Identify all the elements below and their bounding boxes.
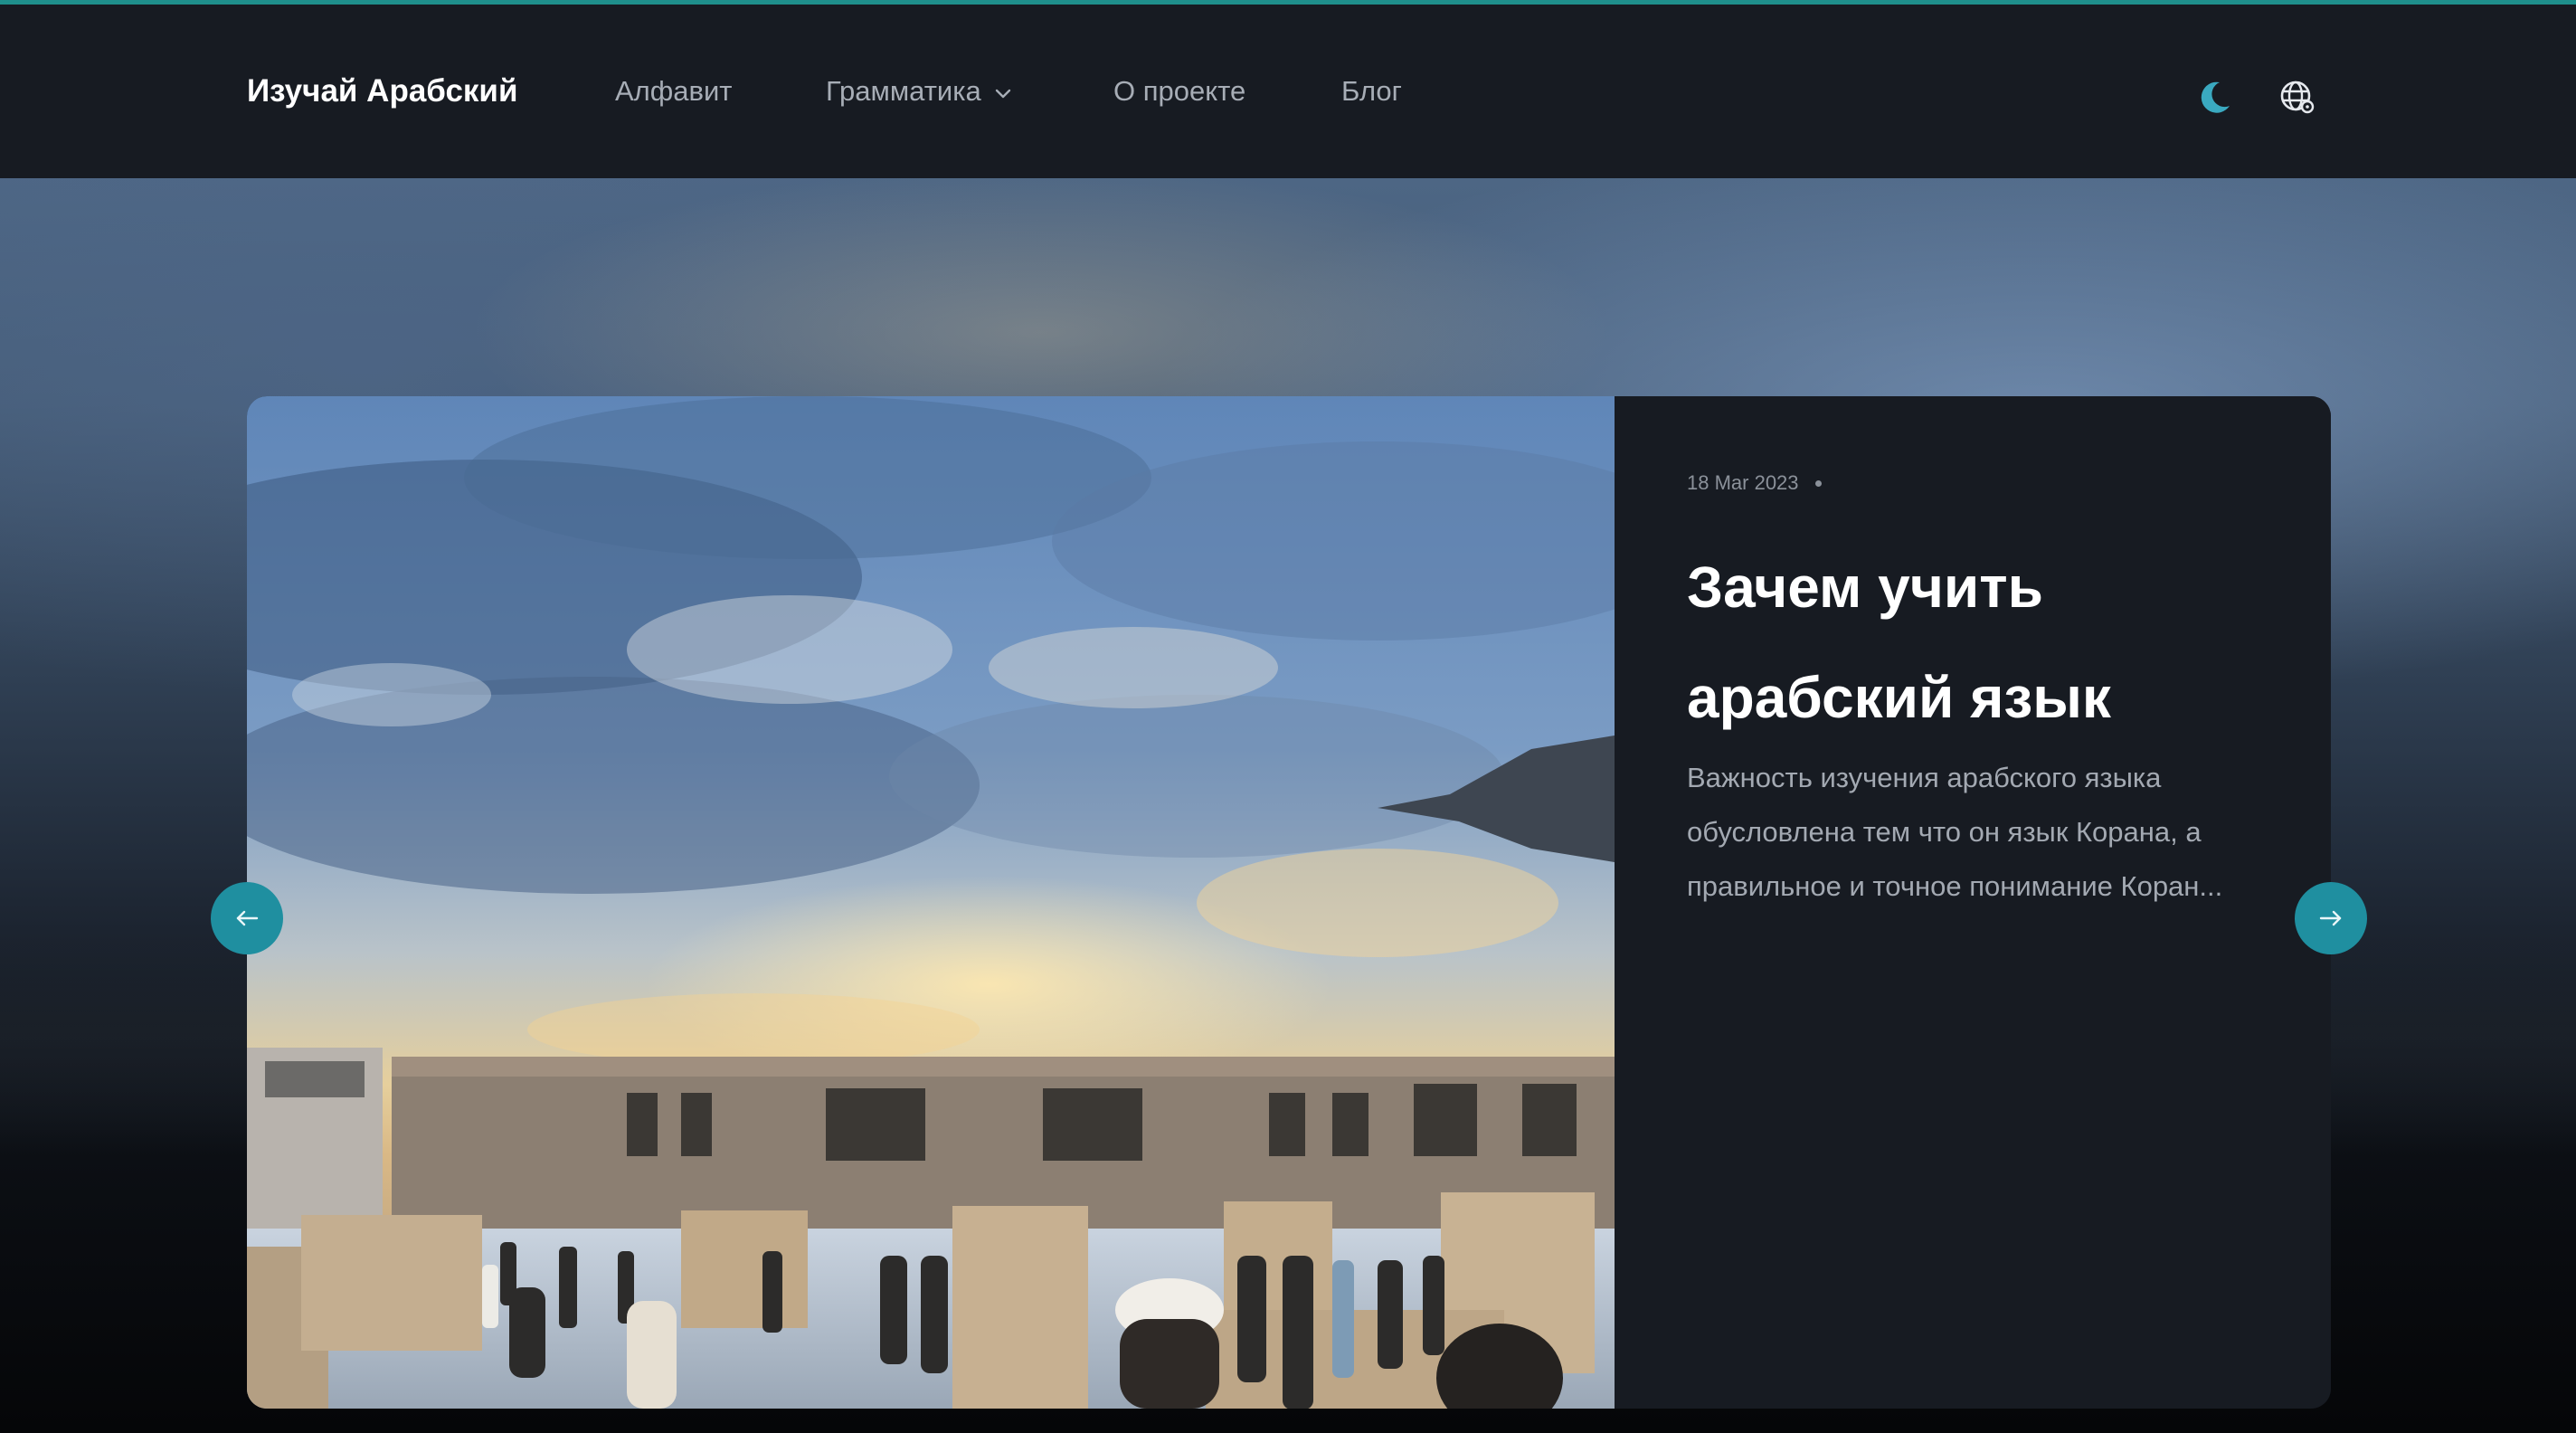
nav-item-about[interactable]: О проекте (1113, 71, 1245, 111)
globe-icon[interactable] (2278, 77, 2317, 117)
nav-item-blog[interactable]: Блог (1341, 71, 1402, 111)
arrow-left-icon (236, 910, 259, 926)
moon-icon[interactable] (2195, 77, 2235, 117)
site-logo[interactable]: Изучай Арабский (247, 71, 517, 111)
post-date: 18 Mar 2023 (1687, 471, 1799, 494)
post-excerpt: Важность изучения арабского языка обусло… (1687, 762, 2223, 902)
featured-post-card[interactable]: 18 Mar 2023 Зачем учить арабский язык Ва… (247, 396, 2331, 1409)
featured-post-body: 18 Mar 2023 Зачем учить арабский язык Ва… (1615, 396, 2331, 1409)
slider-prev-button[interactable] (211, 882, 283, 954)
meta-separator-dot (1814, 479, 1822, 487)
chevron-down-icon (995, 89, 1010, 99)
post-meta: 18 Mar 2023 (1687, 471, 1822, 495)
featured-post-image[interactable] (247, 396, 1615, 1409)
slider-next-button[interactable] (2295, 882, 2367, 954)
nav-item-grammar-label: Грамматика (826, 75, 981, 107)
nav-item-alphabet[interactable]: Алфавит (615, 71, 733, 111)
post-title[interactable]: Зачем учить арабский язык (1687, 532, 2284, 753)
nav-item-grammar[interactable]: Грамматика (826, 71, 1014, 111)
site-header: Изучай Арабский Алфавит Грамматика О про… (0, 5, 2576, 178)
arrow-right-icon (2319, 910, 2342, 926)
